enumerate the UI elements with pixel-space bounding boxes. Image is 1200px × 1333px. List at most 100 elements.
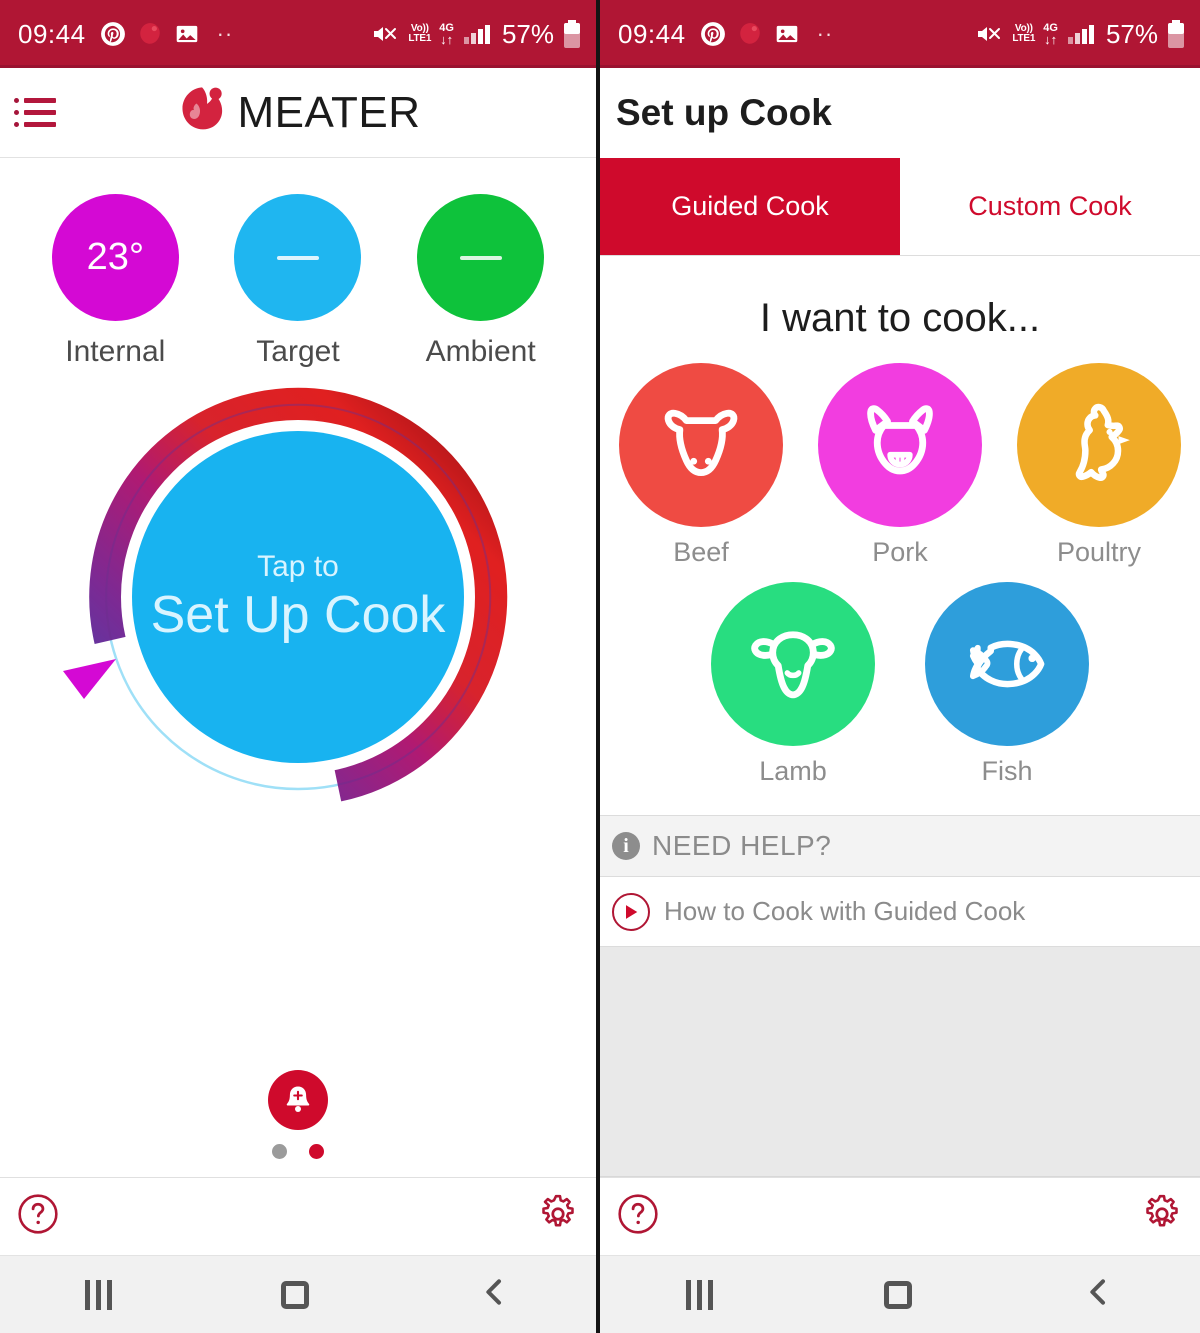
status-bar-left: 09:44 ·· Vo)) LTE1 4G ↓↑ 57% xyxy=(0,0,596,68)
add-alarm-button[interactable] xyxy=(268,1070,328,1130)
bell-plus-icon xyxy=(286,1086,310,1112)
fish-icon xyxy=(969,640,1045,688)
battery-icon xyxy=(562,19,582,49)
pork-circle xyxy=(818,363,982,527)
poultry-label: Poultry xyxy=(1056,537,1142,567)
temp-ambient-circle xyxy=(417,194,545,321)
cook-mode-tabs: Guided Cook Custom Cook xyxy=(600,158,1200,256)
bottom-toolbar-right xyxy=(600,1177,1200,1255)
brand-logo: MEATER xyxy=(0,82,596,143)
cow-icon xyxy=(664,409,738,477)
temp-internal-circle: 23° xyxy=(51,194,179,321)
status-notification-icons: ·· xyxy=(100,21,234,47)
temp-ambient-label: Ambient xyxy=(425,335,536,368)
brand-name: MEATER xyxy=(237,87,421,137)
overflow-dots-icon: ·· xyxy=(816,20,834,46)
temp-ambient[interactable]: Ambient xyxy=(417,194,545,369)
gear-icon[interactable] xyxy=(1140,1192,1184,1241)
meater-icon xyxy=(137,21,163,47)
sheep-icon xyxy=(751,631,835,699)
temp-target[interactable]: Target xyxy=(234,194,362,369)
temp-internal[interactable]: 23° Internal xyxy=(51,194,179,369)
temp-internal-value: 23° xyxy=(86,236,145,278)
cook-dial[interactable]: Tap to Set Up Cook xyxy=(38,381,558,851)
temp-target-label: Target xyxy=(256,335,340,368)
left-phone-screen: 09:44 ·· Vo)) LTE1 4G ↓↑ 57% MEATER 23° … xyxy=(0,0,600,1333)
signal-bars-icon xyxy=(1066,22,1096,46)
food-option-beef[interactable]: Beef xyxy=(616,363,786,568)
pork-label: Pork xyxy=(872,537,928,567)
battery-percent: 57% xyxy=(501,18,554,49)
need-help-section: i NEED HELP? How to Cook with Guided Coo… xyxy=(600,815,1200,947)
meater-flame-icon xyxy=(175,82,231,143)
poultry-circle xyxy=(1017,363,1181,527)
cook-heading: I want to cook... xyxy=(759,296,1041,340)
food-option-pork[interactable]: Pork xyxy=(815,363,985,568)
food-grid: Beef Pork Poultry Lamb Fish xyxy=(600,363,1200,787)
recents-button[interactable] xyxy=(84,1279,112,1310)
volte-icon: Vo)) LTE1 xyxy=(1012,23,1036,44)
info-icon: i xyxy=(612,832,640,860)
pig-icon xyxy=(867,405,933,475)
home-button[interactable] xyxy=(281,1280,310,1309)
food-option-fish[interactable]: Fish xyxy=(922,582,1092,787)
mute-icon xyxy=(974,22,1004,46)
overflow-dots-icon: ·· xyxy=(216,20,234,46)
empty-content-area xyxy=(600,947,1200,1177)
food-row-1: Beef Pork Poultry xyxy=(616,363,1184,568)
help-icon[interactable] xyxy=(616,1192,660,1241)
battery-percent: 57% xyxy=(1105,18,1158,49)
pinterest-icon xyxy=(100,21,126,47)
tab-guided-cook[interactable]: Guided Cook xyxy=(600,158,900,255)
tab-custom-cook[interactable]: Custom Cook xyxy=(900,158,1200,255)
status-system-icons: Vo)) LTE1 4G ↓↑ 57% xyxy=(370,19,582,50)
page-indicator xyxy=(272,1144,324,1159)
lamb-circle xyxy=(711,582,875,746)
signal-bars-icon xyxy=(462,22,492,46)
fish-circle xyxy=(925,582,1089,746)
volte-icon: Vo)) LTE1 xyxy=(408,23,432,44)
status-system-icons: Vo)) LTE1 4G ↓↑ 57% xyxy=(974,19,1186,50)
network-type-icon: 4G ↓↑ xyxy=(439,22,454,47)
page-title: Set up Cook xyxy=(600,68,1200,158)
help-icon[interactable] xyxy=(16,1192,60,1241)
temp-ambient-dash xyxy=(459,255,502,260)
back-button[interactable] xyxy=(479,1276,511,1313)
bottom-toolbar-left xyxy=(0,1177,596,1255)
network-type-icon: 4G ↓↑ xyxy=(1043,22,1058,47)
recents-button[interactable] xyxy=(685,1279,713,1310)
page-dot-2[interactable] xyxy=(309,1144,324,1159)
home-button[interactable] xyxy=(883,1280,912,1309)
food-option-lamb[interactable]: Lamb xyxy=(708,582,878,787)
temp-internal-label: Internal xyxy=(65,335,166,368)
temp-target-circle xyxy=(234,194,362,321)
cook-dial-area: Tap to Set Up Cook xyxy=(0,369,596,1177)
status-time: 09:44 xyxy=(18,18,86,49)
food-option-poultry[interactable]: Poultry xyxy=(1014,363,1184,568)
play-icon xyxy=(612,892,650,931)
lamb-label: Lamb xyxy=(759,756,827,786)
temp-target-dash xyxy=(276,255,319,260)
gallery-icon xyxy=(774,21,800,47)
chicken-icon xyxy=(1075,403,1130,481)
gallery-icon xyxy=(174,21,200,47)
food-row-2: Lamb Fish xyxy=(616,582,1184,787)
alarm-and-dots xyxy=(0,1070,596,1159)
need-help-header: i NEED HELP? xyxy=(600,815,1200,877)
back-button[interactable] xyxy=(1083,1276,1115,1313)
right-phone-screen: 09:44 ·· Vo)) LTE1 4G ↓↑ 57% Set up Cook… xyxy=(600,0,1200,1333)
temperature-row: 23° Internal Target Ambient xyxy=(0,158,596,369)
app-header: MEATER xyxy=(0,68,596,158)
pinterest-icon xyxy=(700,21,726,47)
mute-icon xyxy=(370,22,400,46)
status-time: 09:44 xyxy=(618,18,686,49)
hamburger-menu-icon[interactable] xyxy=(14,98,56,127)
status-notification-icons: ·· xyxy=(700,21,834,47)
status-bar-right: 09:44 ·· Vo)) LTE1 4G ↓↑ 57% xyxy=(600,0,1200,68)
page-dot-1[interactable] xyxy=(272,1144,287,1159)
dial-pointer-icon xyxy=(63,659,116,699)
android-nav-bar-left xyxy=(0,1255,596,1333)
need-help-title: NEED HELP? xyxy=(652,830,832,861)
help-video-row[interactable]: How to Cook with Guided Cook xyxy=(600,877,1200,947)
gear-icon[interactable] xyxy=(536,1192,580,1241)
